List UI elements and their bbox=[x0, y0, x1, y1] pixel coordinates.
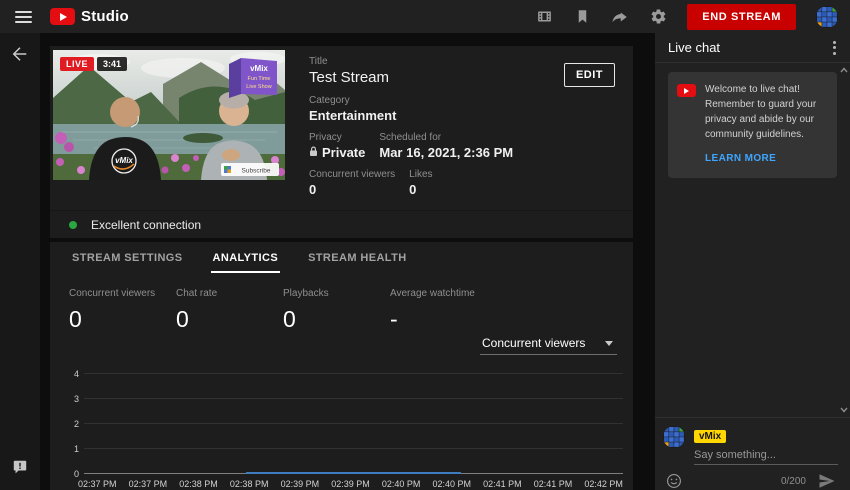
chat-welcome-message: Welcome to live chat! Remember to guard … bbox=[668, 72, 837, 178]
welcome-text: Welcome to live chat! Remember to guard … bbox=[705, 82, 828, 142]
chart-y-tick: 0 bbox=[68, 469, 79, 479]
brand-text: Studio bbox=[81, 8, 129, 25]
metric-average-watchtime: Average watchtime - bbox=[390, 288, 497, 333]
tab-bar: STREAM SETTINGS ANALYTICS STREAM HEALTH bbox=[50, 242, 633, 273]
chart-line-segment bbox=[246, 472, 462, 474]
watermark-sub1: Fun Time bbox=[248, 76, 271, 82]
back-arrow-icon[interactable] bbox=[11, 45, 29, 68]
stream-card: vMix bbox=[50, 46, 633, 238]
chart-y-tick: 3 bbox=[68, 394, 79, 404]
chart-gridline bbox=[84, 423, 623, 424]
chart-x-labels: 02:37 PM 02:37 PM 02:38 PM 02:38 PM 02:39 PM… bbox=[78, 479, 623, 489]
tab-stream-settings[interactable]: STREAM SETTINGS bbox=[70, 242, 185, 273]
chart-y-tick: 2 bbox=[68, 419, 79, 429]
youtube-studio-logo[interactable]: Studio bbox=[50, 8, 129, 25]
chart-x-tick: 02:37 PM bbox=[78, 479, 117, 489]
lock-icon bbox=[309, 145, 318, 160]
subscribe-badge: Subscribe bbox=[221, 163, 279, 176]
chart-x-tick: 02:41 PM bbox=[534, 479, 573, 489]
main-content: vMix bbox=[40, 33, 655, 490]
mini-sidebar bbox=[0, 33, 40, 490]
metrics-row: Concurrent viewers 0 Chat rate 0 Playbac… bbox=[50, 273, 633, 333]
chart-grid: 43210 bbox=[84, 373, 623, 473]
live-chat-panel: Live chat Welcome to live chat! Remember… bbox=[655, 33, 850, 490]
chat-user-avatar bbox=[663, 426, 685, 448]
learn-more-link[interactable]: LEARN MORE bbox=[705, 153, 776, 164]
live-video-preview[interactable]: vMix bbox=[53, 50, 285, 180]
metric-chat-rate: Chat rate 0 bbox=[176, 288, 283, 333]
watermark-title: vMix bbox=[250, 64, 268, 73]
char-counter: 0/200 bbox=[781, 476, 806, 487]
live-badge: LIVE bbox=[60, 57, 94, 71]
youtube-play-icon bbox=[50, 8, 75, 25]
privacy-label: Privacy bbox=[309, 132, 365, 143]
chat-title: Live chat bbox=[668, 40, 720, 55]
topbar: Studio END STREAM bbox=[0, 0, 850, 33]
chat-header: Live chat bbox=[655, 33, 850, 63]
edit-button[interactable]: EDIT bbox=[564, 63, 615, 87]
chart-x-tick: 02:39 PM bbox=[281, 479, 320, 489]
menu-icon[interactable] bbox=[15, 11, 32, 23]
stream-category: Entertainment bbox=[309, 108, 625, 123]
bookmark-icon[interactable] bbox=[573, 8, 591, 26]
youtube-icon bbox=[677, 84, 696, 97]
metric-concurrent-viewers: Concurrent viewers 0 bbox=[69, 288, 176, 333]
chart-x-tick: 02:39 PM bbox=[331, 479, 370, 489]
send-icon[interactable] bbox=[818, 472, 836, 490]
scheduled-label: Scheduled for bbox=[379, 132, 513, 143]
analytics-card: STREAM SETTINGS ANALYTICS STREAM HEALTH … bbox=[50, 242, 633, 490]
chart-x-tick: 02:37 PM bbox=[129, 479, 168, 489]
chevron-down-icon bbox=[605, 341, 613, 346]
subscribe-text: Subscribe bbox=[242, 168, 271, 175]
scroll-down-icon[interactable] bbox=[840, 407, 848, 413]
chat-message-input[interactable] bbox=[694, 444, 838, 465]
chart-x-tick: 02:40 PM bbox=[432, 479, 471, 489]
chart-gridline bbox=[84, 448, 623, 449]
likes-value: 0 bbox=[409, 182, 432, 197]
shirt-logo-text: vMix bbox=[115, 156, 133, 165]
viewers-label: Concurrent viewers bbox=[309, 169, 395, 180]
category-label: Category bbox=[309, 95, 625, 106]
chart-gridline bbox=[84, 398, 623, 399]
stream-info: Title Test Stream Category Entertainment… bbox=[285, 50, 625, 206]
chart-gridline bbox=[84, 373, 623, 374]
chart-x-tick: 02:41 PM bbox=[483, 479, 522, 489]
metric-playbacks: Playbacks 0 bbox=[283, 288, 390, 333]
elapsed-time-badge: 3:41 bbox=[97, 57, 127, 71]
tab-stream-health[interactable]: STREAM HEALTH bbox=[306, 242, 409, 273]
dropdown-selected-value: Concurrent viewers bbox=[482, 336, 585, 350]
feedback-icon[interactable] bbox=[12, 459, 28, 480]
vmix-watermark: vMix Fun Time Live Show bbox=[229, 58, 277, 98]
connection-status: Excellent connection bbox=[50, 210, 633, 238]
chat-input-area: vMix 0/200 bbox=[655, 417, 850, 490]
film-icon[interactable] bbox=[535, 8, 553, 26]
likes-label: Likes bbox=[409, 169, 432, 180]
connection-status-text: Excellent connection bbox=[91, 218, 201, 232]
chart-x-tick: 02:38 PM bbox=[179, 479, 218, 489]
kebab-menu-icon[interactable] bbox=[828, 38, 841, 58]
share-icon[interactable] bbox=[611, 8, 629, 26]
emoji-icon[interactable] bbox=[666, 473, 682, 489]
tab-analytics[interactable]: ANALYTICS bbox=[211, 242, 281, 273]
chart-x-tick: 02:42 PM bbox=[584, 479, 623, 489]
viewers-value: 0 bbox=[309, 182, 395, 197]
watermark-sub2: Live Show bbox=[246, 84, 271, 90]
chart-y-tick: 4 bbox=[68, 369, 79, 379]
scheduled-value: Mar 16, 2021, 2:36 PM bbox=[379, 145, 513, 160]
analytics-chart: 43210 02:37 PM02:37 PM02:38 PM02:38 PM02… bbox=[68, 373, 623, 489]
chart-x-tick: 02:38 PM bbox=[230, 479, 269, 489]
chat-message-list: Welcome to live chat! Remember to guard … bbox=[655, 63, 850, 417]
gear-icon[interactable] bbox=[649, 8, 667, 26]
chart-metric-dropdown[interactable]: Concurrent viewers bbox=[480, 333, 617, 355]
end-stream-button[interactable]: END STREAM bbox=[687, 4, 796, 30]
privacy-value: Private bbox=[322, 145, 365, 160]
youtube-studio-live-dashboard: Studio END STREAM bbox=[0, 0, 850, 490]
chart-y-tick: 1 bbox=[68, 444, 79, 454]
chart-x-tick: 02:40 PM bbox=[382, 479, 421, 489]
chat-author-badge: vMix bbox=[694, 430, 726, 443]
avatar[interactable] bbox=[816, 6, 838, 28]
connection-status-dot bbox=[69, 221, 77, 229]
scroll-up-icon[interactable] bbox=[840, 67, 848, 73]
